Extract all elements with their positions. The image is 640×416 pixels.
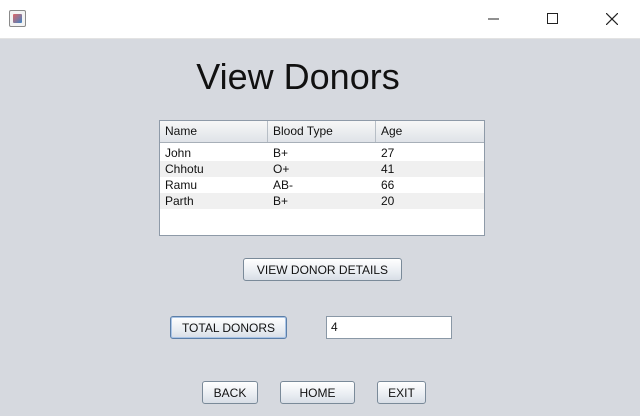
column-header-name[interactable]: Name [160,121,268,142]
cell-name: John [165,146,192,160]
exit-button[interactable]: EXIT [377,381,426,404]
table-row[interactable]: Chhotu O+ 41 [160,161,484,177]
page-title: View Donors [196,56,400,97]
close-icon [606,13,618,25]
minimize-button[interactable] [471,0,517,38]
total-donors-field[interactable]: 4 [326,316,452,339]
cell-name: Ramu [165,178,198,192]
table-row[interactable]: John B+ 27 [160,145,484,161]
table-header: Name Blood Type Age [160,121,484,143]
cell-age: 20 [381,194,395,208]
donors-table[interactable]: Name Blood Type Age John B+ 27 Chhotu O+… [159,120,485,236]
cell-blood-type: AB- [273,178,294,192]
cell-age: 27 [381,146,395,160]
total-donors-button[interactable]: TOTAL DONORS [170,316,287,339]
cell-name: Chhotu [165,162,204,176]
cell-age: 66 [381,178,395,192]
back-button[interactable]: BACK [202,381,258,404]
table-body: John B+ 27 Chhotu O+ 41 Ramu AB- 66 Part… [160,143,484,209]
view-donor-details-button[interactable]: VIEW DONOR DETAILS [243,258,402,281]
column-header-blood-type[interactable]: Blood Type [268,121,376,142]
minimize-icon [488,18,499,20]
window-titlebar [0,0,640,39]
column-header-age[interactable]: Age [376,121,484,142]
cell-blood-type: B+ [273,146,289,160]
cell-name: Parth [165,194,194,208]
cell-age: 41 [381,162,395,176]
table-row[interactable]: Parth B+ 20 [160,193,484,209]
java-app-icon[interactable] [9,10,26,27]
cell-blood-type: B+ [273,194,289,208]
home-button[interactable]: HOME [280,381,355,404]
close-button[interactable] [589,0,635,38]
cell-blood-type: O+ [273,162,290,176]
maximize-icon [547,13,558,24]
table-row[interactable]: Ramu AB- 66 [160,177,484,193]
maximize-button[interactable] [530,0,576,38]
